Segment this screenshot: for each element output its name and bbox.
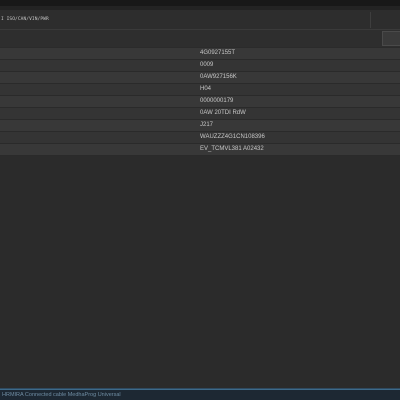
param-value: 0AW 20TDI RdW [200, 110, 246, 116]
parameter-table: 4G0927155T 0009 0AW927156K H04 000000017… [0, 48, 400, 156]
header-action-button[interactable] [382, 31, 400, 46]
table-row[interactable]: 0AW927156K [0, 72, 400, 84]
table-row[interactable]: 0AW 20TDI RdW [0, 108, 400, 120]
table-row[interactable]: 4G0927155T [0, 48, 400, 60]
param-label-cell [0, 84, 190, 95]
param-label-cell [0, 132, 190, 143]
param-label-cell [0, 108, 190, 119]
param-value: J217 [200, 122, 214, 128]
table-header [0, 30, 400, 47]
toolbar-divider [370, 12, 371, 28]
param-label-cell [0, 72, 190, 83]
table-row[interactable]: EV_TCMVL381 A02432 [0, 144, 400, 156]
param-value: 4G0927155T [200, 50, 236, 56]
connection-status: HRMIRA Connected cable MedhaProg Univers… [2, 392, 121, 398]
param-value: 0009 [200, 62, 214, 68]
param-value: H04 [200, 86, 212, 92]
param-label-cell [0, 144, 190, 155]
param-value: WAUZZZ4G1CN108396 [200, 134, 265, 140]
status-bar: HRMIRA Connected cable MedhaProg Univers… [0, 388, 400, 400]
param-label-cell [0, 96, 190, 107]
toolbar: I ISO/CAN/VIN/PWR [0, 10, 400, 30]
table-row[interactable]: H04 [0, 84, 400, 96]
table-row[interactable]: 0009 [0, 60, 400, 72]
status-accent-line [0, 389, 400, 390]
param-label-cell [0, 120, 190, 131]
param-label-cell [0, 48, 190, 59]
table-row[interactable]: WAUZZZ4G1CN108396 [0, 132, 400, 144]
param-value: 0000000179 [200, 98, 234, 104]
app-window: I ISO/CAN/VIN/PWR 4G0927155T 0009 0AW927… [0, 0, 400, 400]
param-value: EV_TCMVL381 A02432 [200, 146, 264, 152]
param-label-cell [0, 60, 190, 71]
protocol-path: I ISO/CAN/VIN/PWR [1, 17, 49, 22]
table-row[interactable]: 0000000179 [0, 96, 400, 108]
param-value: 0AW927156K [200, 74, 237, 80]
table-row[interactable]: J217 [0, 120, 400, 132]
